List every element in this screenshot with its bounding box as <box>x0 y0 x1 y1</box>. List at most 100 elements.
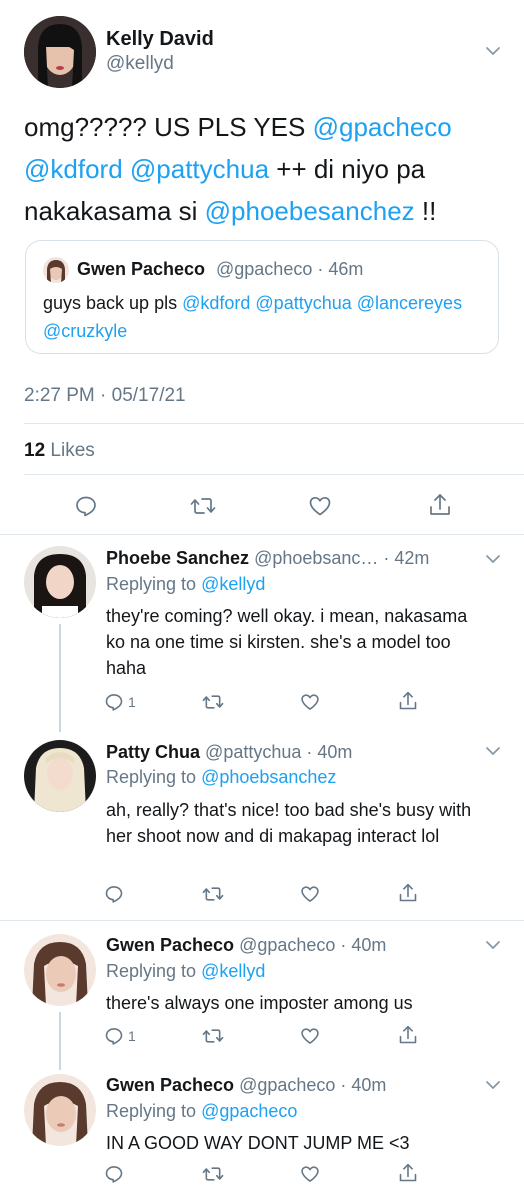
chevron-down-icon[interactable] <box>484 550 502 568</box>
likes-count: 12 <box>24 440 46 461</box>
reply-button[interactable] <box>104 884 128 904</box>
tweet-timestamp[interactable]: 2:27 PM · 05/17/21 <box>24 385 186 407</box>
reply-header: Patty Chua @pattychua · 40m <box>106 742 352 763</box>
quoted-tweet[interactable]: Gwen Pacheco @gpacheco · 46m guys back u… <box>25 240 499 354</box>
divider <box>24 474 524 475</box>
chevron-down-icon[interactable] <box>484 1076 502 1094</box>
chevron-down-icon[interactable] <box>484 936 502 954</box>
replying-to-label: Replying to <box>106 767 202 787</box>
reply-button[interactable] <box>74 494 98 518</box>
reply-author-name[interactable]: Phoebe Sanchez <box>106 548 249 568</box>
retweet-button[interactable] <box>202 884 224 904</box>
reply-icon <box>76 496 96 517</box>
reply-author-meta: @phoebsanc… · 42m <box>254 548 430 568</box>
share-icon <box>430 494 450 515</box>
reply-author-meta: @pattychua · 40m <box>205 742 353 762</box>
reply-button[interactable]: 1 <box>104 1026 136 1046</box>
share-icon <box>399 883 417 902</box>
like-icon <box>301 694 319 710</box>
share-button[interactable] <box>398 690 418 712</box>
reply-icon <box>105 886 123 903</box>
mention-link[interactable]: @kdford <box>182 293 250 313</box>
mention-link[interactable]: @pattychua <box>130 154 269 184</box>
quoted-author-meta: @gpacheco · 46m <box>216 259 364 279</box>
share-button[interactable] <box>428 492 452 518</box>
tweet-text: omg????? US PLS YES @gpacheco @kdford @p… <box>24 106 494 232</box>
like-icon <box>301 1166 319 1182</box>
thread-line <box>59 624 61 732</box>
author-name[interactable]: Kelly David <box>106 28 214 51</box>
retweet-button[interactable] <box>190 494 216 518</box>
share-icon <box>399 691 417 710</box>
replying-to-handle[interactable]: @gpacheco <box>201 1101 297 1121</box>
like-button[interactable] <box>300 884 320 904</box>
avatar-kelly[interactable] <box>24 16 96 88</box>
reply-author-meta: @gpacheco · 40m <box>239 1075 387 1095</box>
chevron-down-icon[interactable] <box>484 742 502 760</box>
share-button[interactable] <box>398 1162 418 1184</box>
quoted-author-name: Gwen Pacheco <box>77 259 206 279</box>
retweet-button[interactable] <box>202 1026 224 1046</box>
replying-to-handle[interactable]: @kellyd <box>201 961 265 981</box>
text-segment: omg????? US PLS YES <box>24 112 313 142</box>
like-button[interactable] <box>308 494 332 518</box>
likes-summary[interactable]: 12 Likes <box>24 440 95 462</box>
reply-author-name[interactable]: Gwen Pacheco <box>106 935 234 955</box>
replying-to-label: Replying to <box>106 961 202 981</box>
like-icon <box>301 886 319 902</box>
retweet-icon <box>202 1167 224 1181</box>
avatar-phoebe[interactable] <box>24 546 96 618</box>
author-handle[interactable]: @kellyd <box>106 53 174 75</box>
mention-link[interactable]: @cruzkyle <box>43 321 127 341</box>
reply-text: they're coming? well okay. i mean, nakas… <box>106 606 468 678</box>
reply-text: there's always one imposter among us <box>106 993 413 1013</box>
thread-line <box>59 1012 61 1070</box>
replying-to-handle[interactable]: @kellyd <box>201 574 265 594</box>
like-button[interactable] <box>300 1164 320 1184</box>
divider <box>24 423 524 424</box>
mention-link[interactable]: @lancereyes <box>357 293 462 313</box>
reply-author-meta: @gpacheco · 40m <box>239 935 387 955</box>
text-segment: guys back up pls <box>43 293 183 313</box>
reply-header: Phoebe Sanchez @phoebsanc… · 42m <box>106 548 429 569</box>
reply-button[interactable] <box>104 1164 128 1184</box>
avatar-gwen-small <box>43 257 69 283</box>
mention-link[interactable]: @phoebesanchez <box>205 196 415 226</box>
replying-to: Replying to @gpacheco <box>106 1101 297 1122</box>
mention-link[interactable]: @kdford <box>24 154 123 184</box>
likes-label: Likes <box>50 440 95 461</box>
avatar-gwen[interactable] <box>24 1074 96 1146</box>
like-button[interactable] <box>300 692 320 712</box>
reply-count: 1 <box>128 1028 136 1044</box>
avatar-gwen[interactable] <box>24 934 96 1006</box>
share-icon <box>399 1025 417 1044</box>
divider <box>0 534 524 535</box>
retweet-button[interactable] <box>202 692 224 712</box>
retweet-icon <box>202 887 224 901</box>
reply-text: IN A GOOD WAY DONT JUMP ME <3 <box>106 1133 410 1153</box>
share-icon <box>399 1163 417 1182</box>
mention-link[interactable]: @gpacheco <box>313 112 452 142</box>
replying-to: Replying to @phoebsanchez <box>106 767 336 788</box>
divider <box>0 920 524 921</box>
replying-to-handle[interactable]: @phoebsanchez <box>201 767 336 787</box>
like-icon <box>301 1028 319 1044</box>
replying-to-label: Replying to <box>106 1101 202 1121</box>
reply-author-name[interactable]: Patty Chua <box>106 742 200 762</box>
reply-icon <box>105 1166 123 1183</box>
avatar-patty[interactable] <box>24 740 96 812</box>
share-button[interactable] <box>398 882 418 904</box>
reply-count: 1 <box>128 694 136 710</box>
reply-header: Gwen Pacheco @gpacheco · 40m <box>106 1075 386 1096</box>
retweet-icon <box>202 1029 224 1043</box>
replying-to: Replying to @kellyd <box>106 574 265 595</box>
mention-link[interactable]: @pattychua <box>255 293 351 313</box>
like-button[interactable] <box>300 1026 320 1046</box>
reply-author-name[interactable]: Gwen Pacheco <box>106 1075 234 1095</box>
chevron-down-icon[interactable] <box>484 42 502 60</box>
reply-button[interactable]: 1 <box>104 692 136 712</box>
retweet-button[interactable] <box>202 1164 224 1184</box>
quoted-tweet-text: guys back up pls @kdford @pattychua @lan… <box>43 289 483 345</box>
text-segment <box>123 154 130 184</box>
share-button[interactable] <box>398 1024 418 1046</box>
